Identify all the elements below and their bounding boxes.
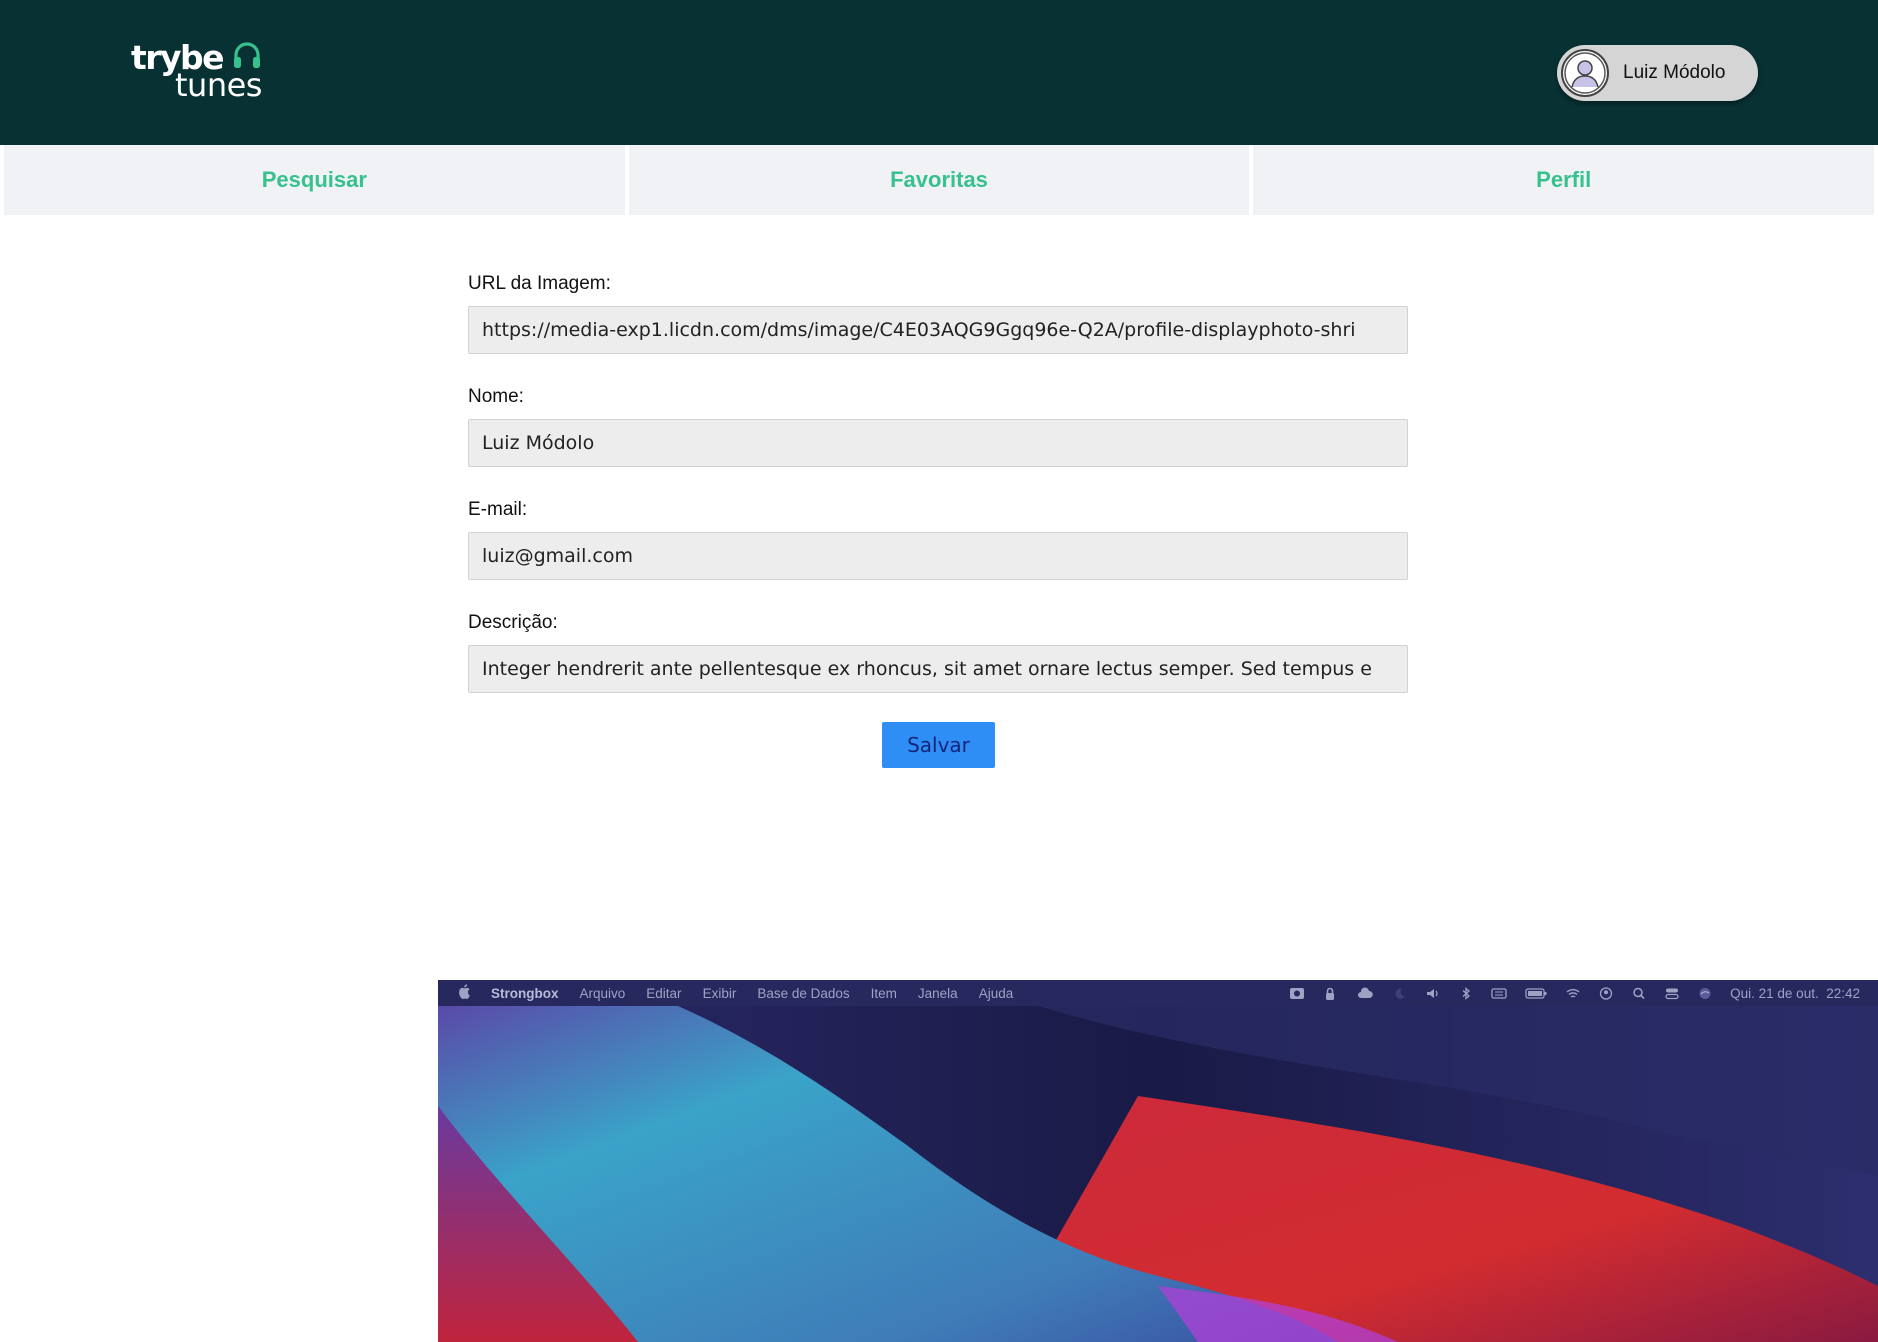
app-window: trybe tunes Luiz Módolo Pesquisar Favori… [0, 0, 1878, 980]
lock-icon[interactable] [1322, 987, 1338, 1000]
nav-tab-favoritas[interactable]: Favoritas [628, 145, 1250, 215]
menu-editar[interactable]: Editar [646, 986, 681, 1001]
cloud-icon[interactable] [1355, 986, 1375, 1000]
image-url-input[interactable] [468, 306, 1408, 354]
description-label: Descrição: [468, 612, 558, 633]
user-name: Luiz Módolo [1623, 62, 1726, 83]
menu-base-de-dados[interactable]: Base de Dados [757, 986, 849, 1001]
avatar [1561, 49, 1609, 97]
nav-tab-pesquisar[interactable]: Pesquisar [4, 145, 625, 215]
menu-strongbox[interactable]: Strongbox [491, 986, 559, 1001]
siri-icon[interactable] [1697, 987, 1713, 1000]
macos-menubar: Strongbox Arquivo Editar Exibir Base de … [438, 980, 1878, 1006]
save-button[interactable]: Salvar [882, 722, 995, 768]
email-label: E-mail: [468, 499, 528, 520]
menu-arquivo[interactable]: Arquivo [580, 986, 626, 1001]
name-label: Nome: [468, 386, 524, 407]
camera-icon[interactable] [1289, 987, 1305, 1000]
header: trybe tunes Luiz Módolo [0, 0, 1878, 145]
user-icon[interactable] [1598, 986, 1614, 1000]
control-center-icon[interactable] [1664, 987, 1680, 1000]
main-nav: Pesquisar Favoritas Perfil [0, 145, 1878, 215]
profile-edit-form: URL da Imagem: Nome: E-mail: Descrição: [468, 270, 1408, 722]
menubar-status-area: Qui. 21 de out. 22:42 [1289, 980, 1860, 1006]
image-url-label: URL da Imagem: [468, 273, 611, 294]
user-profile-chip[interactable]: Luiz Módolo [1557, 45, 1758, 101]
email-input[interactable] [468, 532, 1408, 580]
trybe-tunes-logo: trybe tunes [131, 38, 271, 104]
menu-exibir[interactable]: Exibir [703, 986, 737, 1001]
moon-icon[interactable] [1392, 987, 1408, 1000]
macos-desktop: Strongbox Arquivo Editar Exibir Base de … [438, 980, 1878, 1342]
volume-icon[interactable] [1425, 987, 1441, 1000]
nav-tab-perfil[interactable]: Perfil [1253, 145, 1875, 215]
user-avatar-icon [1564, 52, 1606, 94]
menu-ajuda[interactable]: Ajuda [979, 986, 1014, 1001]
menu-janela[interactable]: Janela [918, 986, 958, 1001]
apple-icon[interactable] [458, 984, 471, 1002]
menubar-clock[interactable]: Qui. 21 de out. 22:42 [1730, 986, 1860, 1001]
description-input[interactable] [468, 645, 1408, 693]
search-icon[interactable] [1631, 987, 1647, 1000]
logo-text-tunes: tunes [175, 66, 262, 104]
battery-icon[interactable] [1524, 987, 1548, 1000]
keyboard-icon[interactable] [1491, 987, 1507, 1000]
menu-item[interactable]: Item [871, 986, 897, 1001]
name-input[interactable] [468, 419, 1408, 467]
bluetooth-icon[interactable] [1458, 986, 1474, 1000]
desktop-wallpaper [438, 1006, 1878, 1342]
wifi-icon[interactable] [1565, 987, 1581, 1000]
